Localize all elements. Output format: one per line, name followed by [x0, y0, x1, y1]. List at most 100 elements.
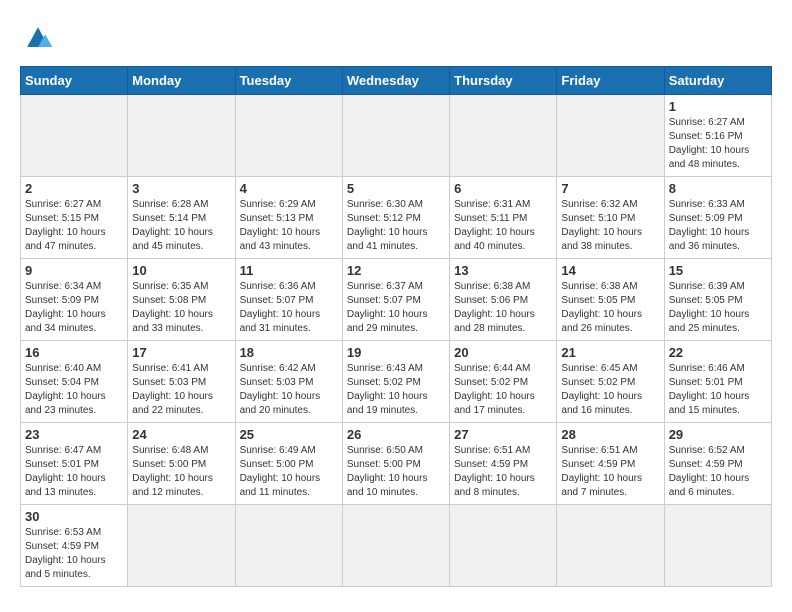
calendar-cell: 10Sunrise: 6:35 AM Sunset: 5:08 PM Dayli… [128, 259, 235, 341]
day-number: 12 [347, 263, 445, 278]
day-info: Sunrise: 6:38 AM Sunset: 5:05 PM Dayligh… [561, 280, 659, 336]
calendar-cell: 23 Sunrise: 6:47 AM Sunset: 5:01 PM Dayli… [21, 423, 128, 505]
calendar-cell: 8Sunrise: 6:33 AM Sunset: 5:09 PM Daylig… [664, 177, 771, 259]
calendar-week-row: 23 Sunrise: 6:47 AM Sunset: 5:01 PM Dayli… [21, 423, 772, 505]
calendar-cell: 2 Sunrise: 6:27 AM Sunset: 5:15 PM Daylig… [21, 177, 128, 259]
calendar-cell [235, 95, 342, 177]
day-number: 27 [454, 427, 552, 442]
logo-icon [20, 20, 56, 56]
day-info: Sunrise: 6:50 AM Sunset: 5:00 PM Dayligh… [347, 444, 445, 500]
day-info: Sunrise: 6:39 AM Sunset: 5:05 PM Dayligh… [669, 280, 767, 336]
weekday-header: Saturday [664, 67, 771, 95]
day-number: 4 [240, 181, 338, 196]
calendar-cell [450, 505, 557, 587]
calendar: SundayMondayTuesdayWednesdayThursdayFrid… [20, 66, 772, 587]
calendar-cell: 15 Sunrise: 6:39 AM Sunset: 5:05 PM Dayli… [664, 259, 771, 341]
day-info: Sunrise: 6:43 AM Sunset: 5:02 PM Dayligh… [347, 362, 445, 418]
day-info: Sunrise: 6:29 AM Sunset: 5:13 PM Dayligh… [240, 198, 338, 254]
weekday-header-row: SundayMondayTuesdayWednesdayThursdayFrid… [21, 67, 772, 95]
day-number: 19 [347, 345, 445, 360]
calendar-cell: 16 Sunrise: 6:40 AM Sunset: 5:04 PM Dayli… [21, 341, 128, 423]
calendar-cell: 4 Sunrise: 6:29 AM Sunset: 5:13 PM Daylig… [235, 177, 342, 259]
weekday-header: Friday [557, 67, 664, 95]
day-number: 16 [25, 345, 123, 360]
day-info: Sunrise: 6:52 AM Sunset: 4:59 PM Dayligh… [669, 444, 767, 500]
day-number: 20 [454, 345, 552, 360]
day-number: 9 [25, 263, 123, 278]
calendar-cell: 25 Sunrise: 6:49 AM Sunset: 5:00 PM Dayli… [235, 423, 342, 505]
day-info: Sunrise: 6:28 AM Sunset: 5:14 PM Dayligh… [132, 198, 230, 254]
calendar-cell: 20 Sunrise: 6:44 AM Sunset: 5:02 PM Dayli… [450, 341, 557, 423]
day-info: Sunrise: 6:45 AM Sunset: 5:02 PM Dayligh… [561, 362, 659, 418]
day-info: Sunrise: 6:34 AM Sunset: 5:09 PM Dayligh… [25, 280, 123, 336]
calendar-cell: 22 Sunrise: 6:46 AM Sunset: 5:01 PM Dayli… [664, 341, 771, 423]
day-info: Sunrise: 6:53 AM Sunset: 4:59 PM Dayligh… [25, 526, 123, 582]
day-info: Sunrise: 6:30 AM Sunset: 5:12 PM Dayligh… [347, 198, 445, 254]
day-number: 14 [561, 263, 659, 278]
day-number: 23 [25, 427, 123, 442]
day-number: 2 [25, 181, 123, 196]
calendar-cell: 12 Sunrise: 6:37 AM Sunset: 5:07 PM Dayli… [342, 259, 449, 341]
day-number: 21 [561, 345, 659, 360]
calendar-cell: 9 Sunrise: 6:34 AM Sunset: 5:09 PM Daylig… [21, 259, 128, 341]
day-info: Sunrise: 6:41 AM Sunset: 5:03 PM Dayligh… [132, 362, 230, 418]
calendar-cell: 30 Sunrise: 6:53 AM Sunset: 4:59 PM Dayli… [21, 505, 128, 587]
day-info: Sunrise: 6:47 AM Sunset: 5:01 PM Dayligh… [25, 444, 123, 500]
calendar-week-row: 16 Sunrise: 6:40 AM Sunset: 5:04 PM Dayli… [21, 341, 772, 423]
day-info: Sunrise: 6:44 AM Sunset: 5:02 PM Dayligh… [454, 362, 552, 418]
calendar-cell [557, 505, 664, 587]
calendar-cell [664, 505, 771, 587]
day-info: Sunrise: 6:38 AM Sunset: 5:06 PM Dayligh… [454, 280, 552, 336]
day-number: 11 [240, 263, 338, 278]
calendar-cell: 14 Sunrise: 6:38 AM Sunset: 5:05 PM Dayli… [557, 259, 664, 341]
day-info: Sunrise: 6:42 AM Sunset: 5:03 PM Dayligh… [240, 362, 338, 418]
calendar-cell [450, 95, 557, 177]
calendar-cell: 19 Sunrise: 6:43 AM Sunset: 5:02 PM Dayli… [342, 341, 449, 423]
calendar-cell [342, 95, 449, 177]
calendar-cell: 3 Sunrise: 6:28 AM Sunset: 5:14 PM Daylig… [128, 177, 235, 259]
day-number: 24 [132, 427, 230, 442]
day-info: Sunrise: 6:48 AM Sunset: 5:00 PM Dayligh… [132, 444, 230, 500]
day-info: Sunrise: 6:31 AM Sunset: 5:11 PM Dayligh… [454, 198, 552, 254]
day-info: Sunrise: 6:27 AM Sunset: 5:15 PM Dayligh… [25, 198, 123, 254]
logo [20, 20, 60, 56]
calendar-week-row: 2 Sunrise: 6:27 AM Sunset: 5:15 PM Daylig… [21, 177, 772, 259]
calendar-cell: 26 Sunrise: 6:50 AM Sunset: 5:00 PM Dayli… [342, 423, 449, 505]
day-number: 10 [132, 263, 230, 278]
day-number: 18 [240, 345, 338, 360]
page: SundayMondayTuesdayWednesdayThursdayFrid… [0, 0, 792, 597]
day-info: Sunrise: 6:51 AM Sunset: 4:59 PM Dayligh… [454, 444, 552, 500]
calendar-cell: 27 Sunrise: 6:51 AM Sunset: 4:59 PM Dayli… [450, 423, 557, 505]
day-number: 15 [669, 263, 767, 278]
day-number: 30 [25, 509, 123, 524]
calendar-cell: 6Sunrise: 6:31 AM Sunset: 5:11 PM Daylig… [450, 177, 557, 259]
calendar-week-row: 30 Sunrise: 6:53 AM Sunset: 4:59 PM Dayli… [21, 505, 772, 587]
calendar-cell [342, 505, 449, 587]
day-number: 28 [561, 427, 659, 442]
day-info: Sunrise: 6:40 AM Sunset: 5:04 PM Dayligh… [25, 362, 123, 418]
day-number: 29 [669, 427, 767, 442]
calendar-cell: 24 Sunrise: 6:48 AM Sunset: 5:00 PM Dayli… [128, 423, 235, 505]
day-info: Sunrise: 6:36 AM Sunset: 5:07 PM Dayligh… [240, 280, 338, 336]
calendar-cell [557, 95, 664, 177]
calendar-week-row: 1Sunrise: 6:27 AM Sunset: 5:16 PM Daylig… [21, 95, 772, 177]
calendar-cell: 13Sunrise: 6:38 AM Sunset: 5:06 PM Dayli… [450, 259, 557, 341]
day-info: Sunrise: 6:49 AM Sunset: 5:00 PM Dayligh… [240, 444, 338, 500]
day-number: 26 [347, 427, 445, 442]
day-info: Sunrise: 6:27 AM Sunset: 5:16 PM Dayligh… [669, 116, 767, 172]
calendar-cell: 21 Sunrise: 6:45 AM Sunset: 5:02 PM Dayli… [557, 341, 664, 423]
day-number: 5 [347, 181, 445, 196]
day-number: 17 [132, 345, 230, 360]
weekday-header: Wednesday [342, 67, 449, 95]
calendar-cell: 7Sunrise: 6:32 AM Sunset: 5:10 PM Daylig… [557, 177, 664, 259]
calendar-cell: 17 Sunrise: 6:41 AM Sunset: 5:03 PM Dayli… [128, 341, 235, 423]
weekday-header: Sunday [21, 67, 128, 95]
calendar-cell: 11 Sunrise: 6:36 AM Sunset: 5:07 PM Dayli… [235, 259, 342, 341]
day-info: Sunrise: 6:37 AM Sunset: 5:07 PM Dayligh… [347, 280, 445, 336]
day-number: 3 [132, 181, 230, 196]
day-number: 25 [240, 427, 338, 442]
calendar-cell [21, 95, 128, 177]
day-number: 8 [669, 181, 767, 196]
day-number: 22 [669, 345, 767, 360]
day-info: Sunrise: 6:46 AM Sunset: 5:01 PM Dayligh… [669, 362, 767, 418]
